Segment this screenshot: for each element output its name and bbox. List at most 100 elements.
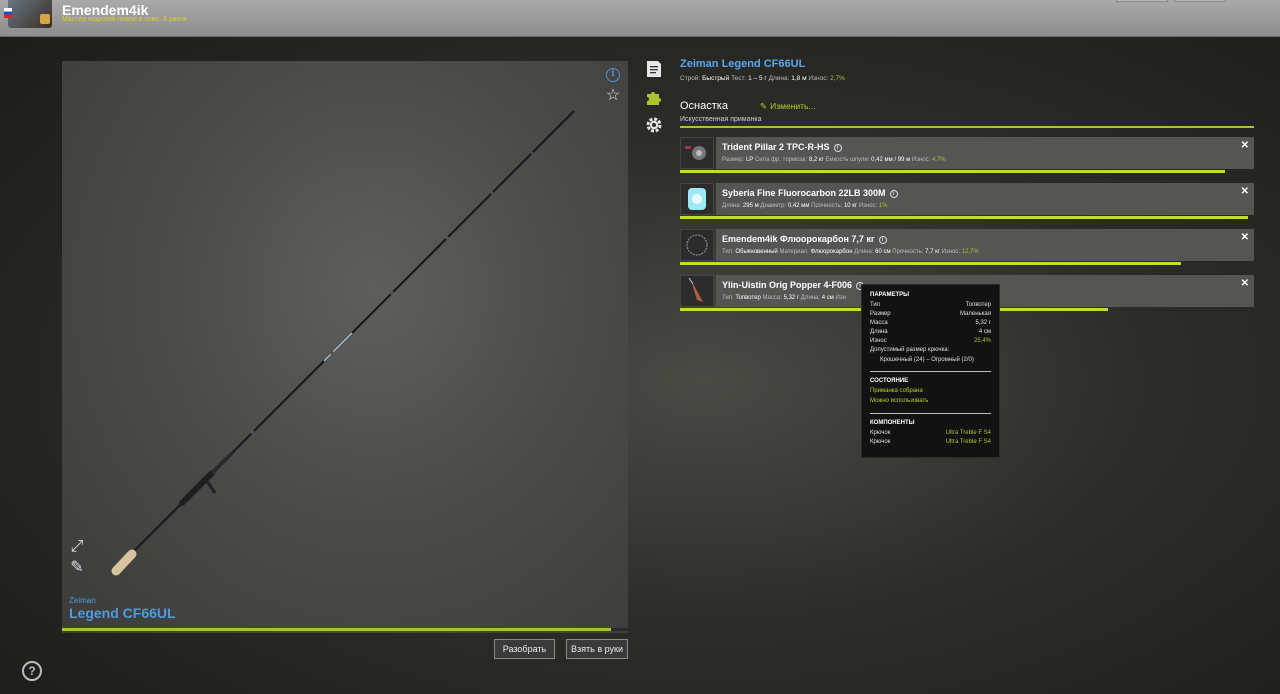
description-icon[interactable] — [645, 60, 663, 78]
tackle-item-name: Ylin-Uistin Orig Popper 4-F006i — [722, 280, 865, 290]
rod-title: Zeiman Legend CF66UL — [680, 58, 806, 70]
preview-model: Legend CF66UL — [69, 605, 176, 621]
edit-rig-link[interactable]: ✎ Изменить... — [760, 101, 816, 112]
stat-value: 8,2 кг — [808, 157, 824, 163]
expand-icon[interactable]: ⤢ — [68, 539, 86, 557]
stat-value: 1,8 м — [791, 75, 807, 82]
top-button-left[interactable] — [1116, 0, 1168, 2]
stat-label: Износ: — [911, 157, 932, 163]
country-flag-icon — [4, 8, 12, 18]
tooltip-param-label: Масса — [870, 320, 888, 326]
tooltip-component-value: Ultra Treble F S4 — [945, 439, 991, 445]
stat-label: Длина: — [854, 249, 876, 255]
favorite-star-icon[interactable]: ☆ — [604, 88, 622, 106]
info-icon[interactable]: i — [606, 68, 620, 82]
tackle-item-name: Syberia Fine Fluorocarbon 22LB 300M i — [722, 188, 898, 198]
tooltip-state-heading: СОСТОЯНИЕ — [870, 378, 909, 384]
tackle-item-wear-bar — [680, 170, 1254, 173]
wear-fill — [680, 216, 1249, 219]
tooltip-component-row: Крючок Ultra Treble F S4 — [870, 439, 991, 448]
tackle-item-body: Syberia Fine Fluorocarbon 22LB 300M i Длин… — [716, 183, 1254, 215]
rig-divider — [680, 126, 1254, 128]
reel-icon — [680, 137, 714, 169]
stat-label: Сила фр. тормоза: — [754, 157, 809, 163]
tooltip-param-value: Маленькая — [959, 311, 991, 317]
lure-icon — [680, 275, 714, 307]
stat-value: 0,42 мм — [787, 203, 810, 209]
stat-label: Износ: — [858, 203, 879, 209]
tackle-item[interactable]: Trident Pillar 2 TPC-R-HS i Размер: LP Сил… — [680, 137, 1254, 173]
stat-label: Износ: — [808, 75, 831, 82]
avatar[interactable] — [4, 0, 52, 28]
rod-stats: Строй: Быстрый Тест: 1 – 5 г Длина: 1,8 … — [680, 75, 845, 82]
stat-value: Быстрый — [702, 75, 730, 82]
user-title: Мастер морской ловли в отве: 3 ранга — [62, 16, 187, 23]
tooltip-param-value: 25,4% — [973, 338, 991, 344]
tackle-item-body: Trident Pillar 2 TPC-R-HS i Размер: LP Сил… — [716, 137, 1254, 169]
top-bar: Emendem4ik Мастер морской ловли в отве: … — [0, 0, 1280, 37]
remove-item-icon[interactable]: ✕ — [1241, 186, 1249, 197]
paint-brush-icon[interactable]: ✎ — [68, 560, 86, 578]
tooltip-components-heading: КОМПОНЕНТЫ — [870, 420, 915, 426]
stat-value: LP — [745, 157, 754, 163]
leader-icon — [680, 229, 714, 261]
tooltip-component-label: Крючок — [870, 439, 891, 445]
stat-value: 10 кг — [843, 203, 858, 209]
remove-item-icon[interactable]: ✕ — [1241, 140, 1249, 151]
stat-value: 12,7% — [961, 249, 979, 255]
tackle-item-stats: Размер: LP Сила фр. тормоза: 8,2 кг Емко… — [722, 157, 946, 163]
tooltip-hook-size-label: Допустимый размер крючка: — [870, 347, 950, 353]
settings-gear-icon[interactable] — [645, 116, 663, 134]
item-info-icon[interactable]: i — [878, 236, 887, 244]
tackle-item-stats: Тип: Обыкновенный Материал: Флюорокарбон… — [722, 249, 979, 255]
remove-item-icon[interactable]: ✕ — [1241, 278, 1249, 289]
tackle-item-title: Syberia Fine Fluorocarbon 22LB 300M — [722, 188, 886, 198]
stat-label: Диаметр: — [760, 203, 788, 209]
stat-label: Масса: — [762, 295, 784, 301]
item-info-icon[interactable]: i — [889, 190, 898, 198]
stat-label: Материал: — [779, 249, 811, 255]
rank-badge-icon — [40, 14, 50, 24]
stat-value: 0,42 мм / 99 м — [871, 157, 911, 163]
rod-image — [111, 110, 575, 576]
tackle-item-title: Trident Pillar 2 TPC-R-HS — [722, 142, 830, 152]
tooltip-param-row: Длина 4 см — [870, 329, 991, 338]
edit-icon: ✎ — [760, 101, 768, 111]
stat-label: Тип: — [722, 295, 736, 301]
stat-label: Размер: — [722, 157, 746, 163]
rod-preview-panel: i ☆ ⤢ ✎ Zeiman Legend CF66UL — [62, 61, 628, 633]
stat-value: Флюорокарбон — [810, 249, 853, 255]
take-in-hand-button[interactable]: Взять в руки — [566, 639, 628, 659]
stat-value: 5,32 г — [783, 295, 800, 301]
tooltip-component-row: Крючок Ultra Treble F S4 — [870, 430, 991, 439]
stat-value: Обыкновенный — [735, 249, 778, 255]
tackle-item[interactable]: Emendem4ik Флюорокарбон 7,7 кг i Тип: Обык… — [680, 229, 1254, 265]
stat-value: 1% — [878, 203, 888, 209]
stat-label: Емкость шпули: — [825, 157, 872, 163]
item-info-icon[interactable]: i — [833, 144, 842, 152]
tooltip-hook-size-value: Крошечный (24) – Огромный (2/0) — [880, 357, 974, 363]
lure-tooltip: ПАРАМЕТРЫ Тип Топвотер Размер Маленькая Масс… — [861, 284, 1000, 458]
tooltip-param-row: Размер Маленькая — [870, 311, 991, 320]
stat-label: Тип: — [722, 249, 736, 255]
stat-label: Длина: — [768, 75, 792, 82]
tackle-puzzle-icon[interactable] — [645, 88, 663, 106]
tooltip-state-usable: Можно использовать — [870, 398, 929, 404]
stat-value: Топвотер — [735, 295, 761, 301]
tackle-item-wear-bar — [680, 262, 1254, 265]
tooltip-param-row: Масса 5,32 г — [870, 320, 991, 329]
tooltip-param-row: Износ 25,4% — [870, 338, 991, 347]
tackle-item[interactable]: Syberia Fine Fluorocarbon 22LB 300M i Длин… — [680, 183, 1254, 219]
remove-item-icon[interactable]: ✕ — [1241, 232, 1249, 243]
tooltip-divider — [870, 413, 991, 414]
disassemble-button[interactable]: Разобрать — [494, 639, 555, 659]
stat-label: Длина: — [722, 203, 743, 209]
wear-fill — [680, 262, 1182, 265]
stat-value: 2,7% — [830, 75, 845, 82]
top-button-right[interactable] — [1174, 0, 1226, 2]
wear-fill — [680, 170, 1226, 173]
rig-type: Искусственная приманка — [680, 116, 762, 123]
tooltip-params-heading: ПАРАМЕТРЫ — [870, 292, 909, 298]
stat-value: 60 см — [875, 249, 891, 255]
help-icon[interactable]: ? — [22, 661, 42, 681]
